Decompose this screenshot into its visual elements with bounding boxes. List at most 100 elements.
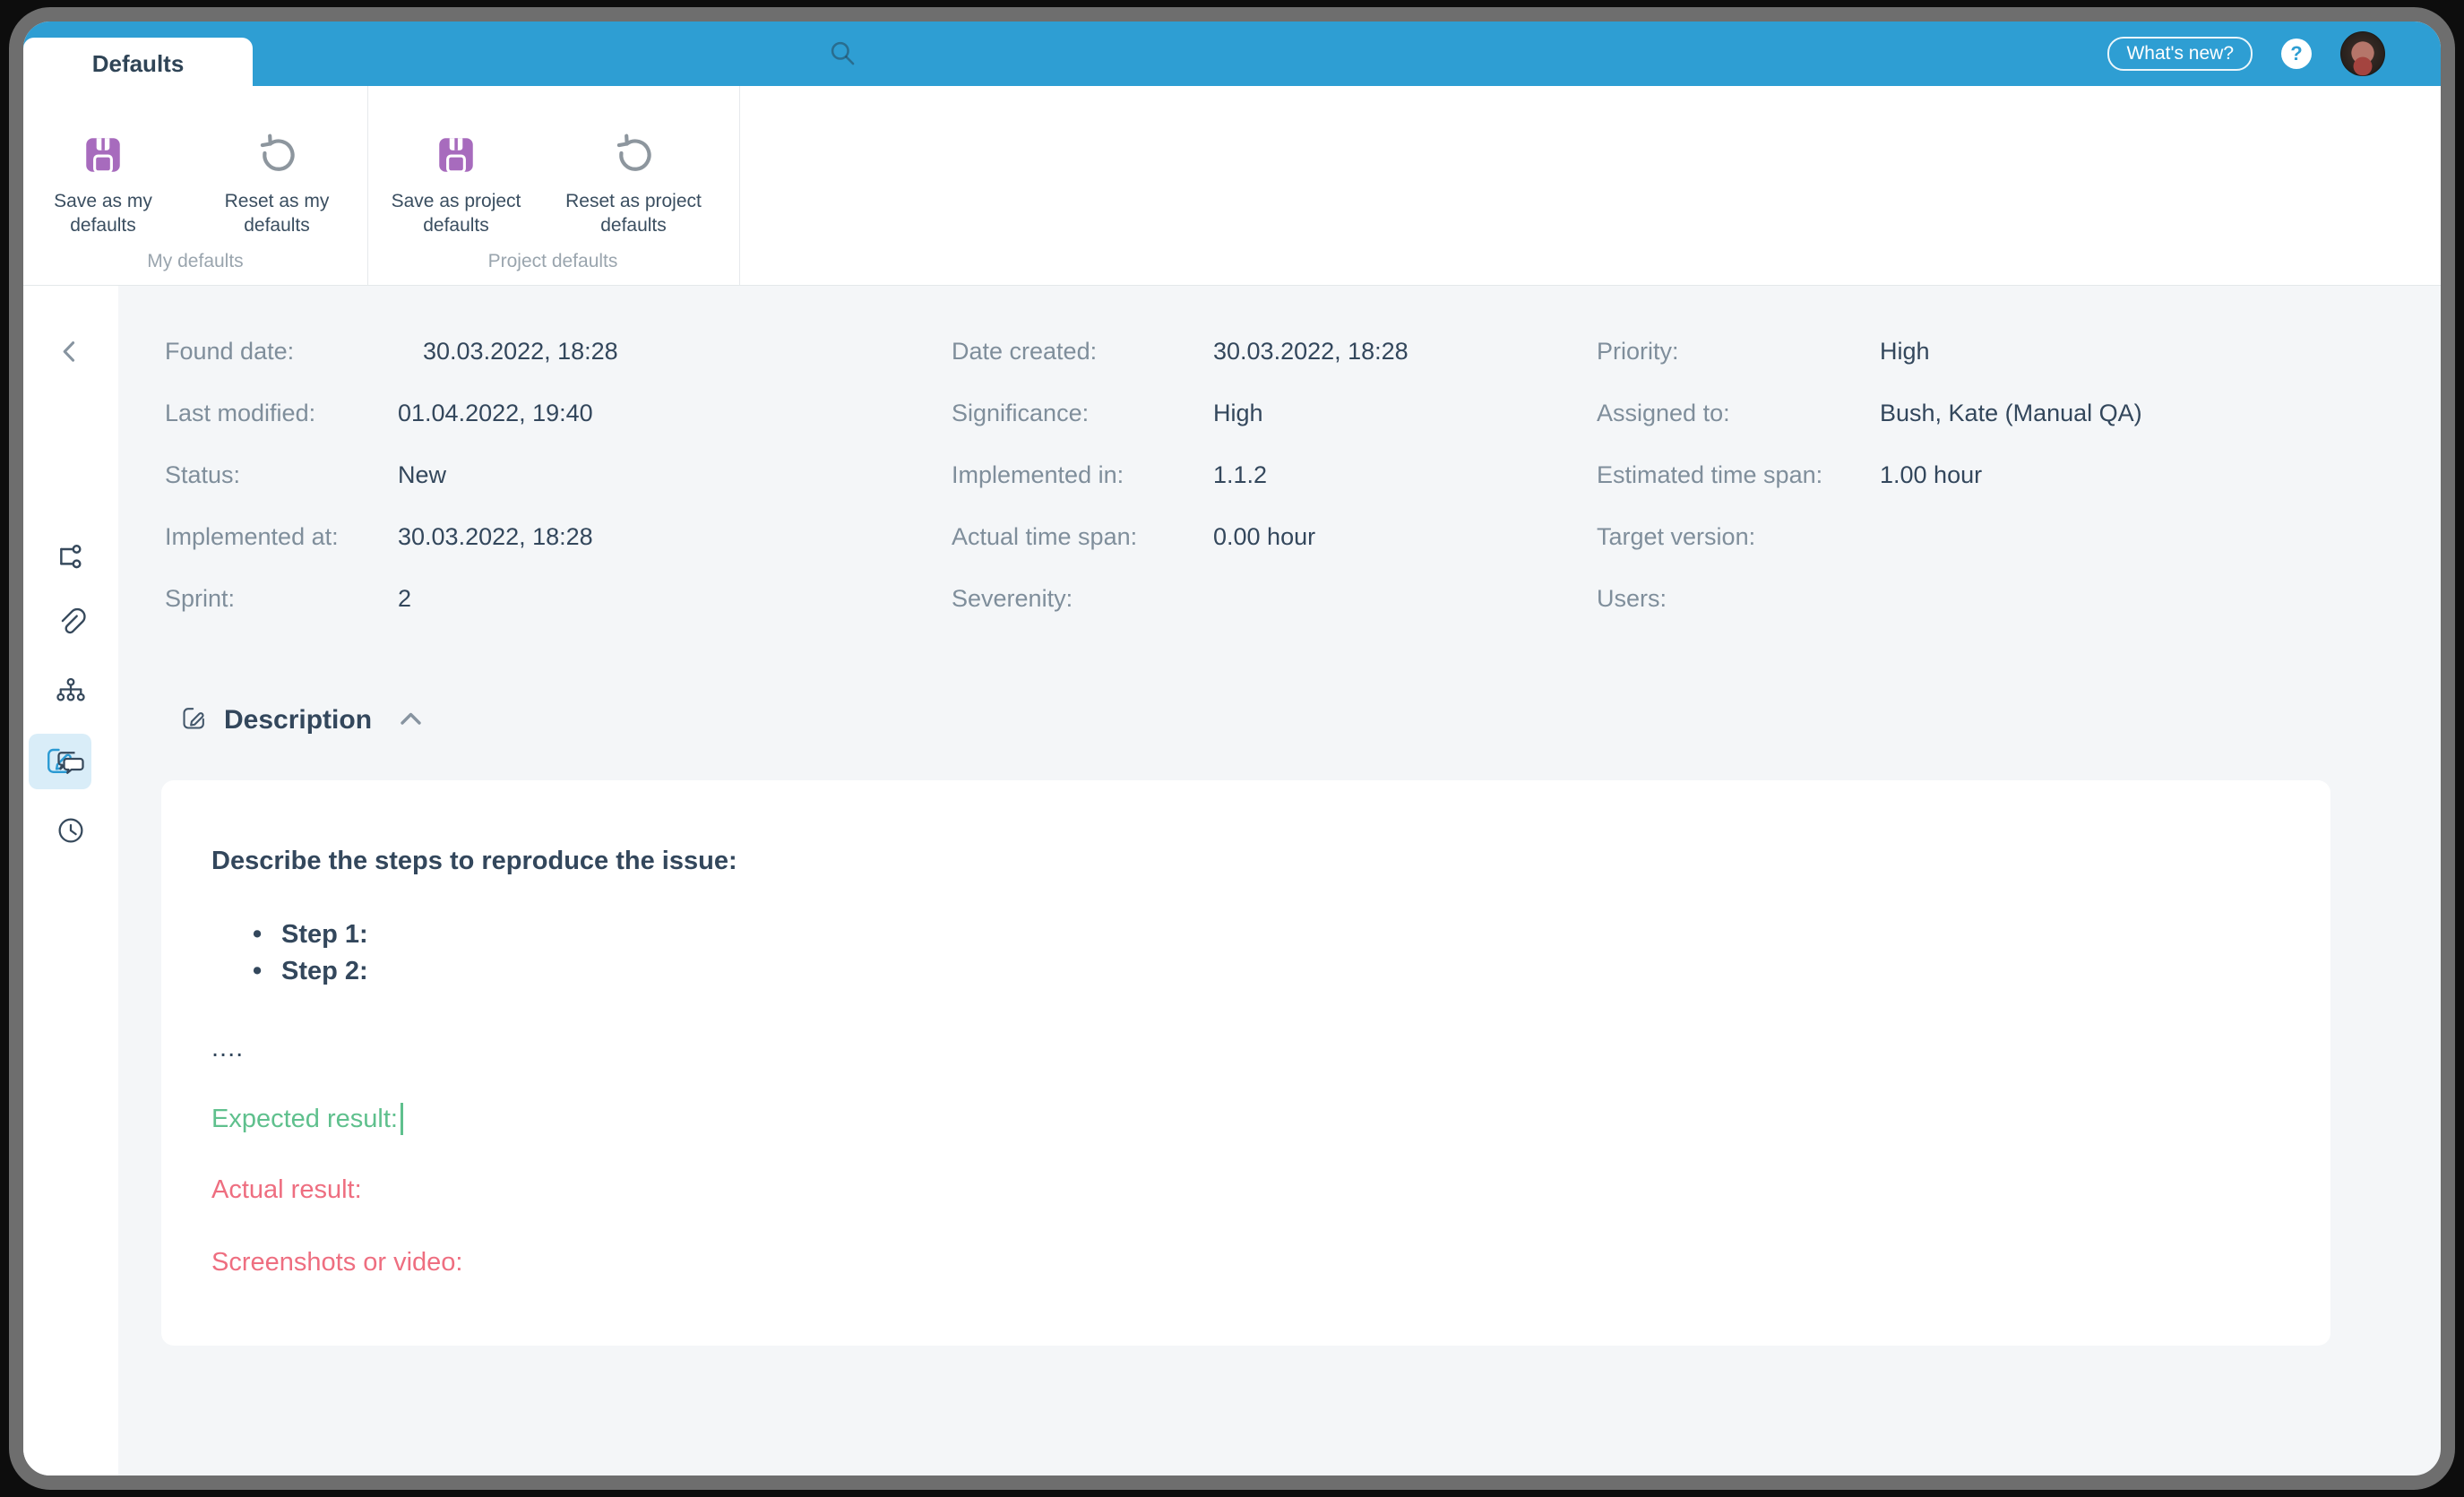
reset-as-project-defaults-button[interactable]: Reset as project defaults [548, 86, 719, 256]
field-label: Target version: [1597, 523, 1756, 550]
field-label: Found date: [165, 338, 295, 365]
description-section-header: Description [180, 702, 428, 738]
field-row: Priority: High [1597, 321, 2142, 383]
field-value[interactable]: 2 [398, 585, 411, 613]
field-row: Sprint: 2 [165, 568, 618, 630]
field-value[interactable]: 1.1.2 [1213, 461, 1267, 489]
tab-defaults[interactable]: Defaults [23, 38, 253, 90]
field-row: Users: [1597, 568, 2142, 630]
app-window: What's new? ? Defaults Save as my defaul… [9, 7, 2455, 1490]
save-as-my-defaults-button[interactable]: Save as my defaults [23, 86, 188, 256]
field-row: Estimated time span: 1.00 hour [1597, 444, 2142, 506]
field-row: Found date: 30.03.2022, 18:28 [165, 321, 618, 383]
button-label: Save as my defaults [54, 191, 152, 236]
field-row: Implemented in: 1.1.2 [952, 444, 1409, 506]
button-label: Save as project defaults [391, 191, 521, 236]
field-label: Date created: [952, 338, 1098, 365]
field-label: Implemented at: [165, 523, 339, 550]
field-value[interactable]: Bush, Kate (Manual QA) [1880, 400, 2142, 427]
field-label: Actual time span: [952, 523, 1138, 550]
sidebar-item-comments[interactable] [38, 736, 104, 789]
field-row: Implemented at: 30.03.2022, 18:28 [165, 506, 618, 568]
sidebar [23, 285, 118, 1475]
sitemap-icon [55, 675, 87, 710]
field-column-2: Date created: 30.03.2022, 18:28 Significa… [952, 321, 1409, 630]
top-bar: What's new? ? [23, 22, 2441, 86]
tab-label: Defaults [91, 49, 185, 77]
field-label: Users: [1597, 585, 1667, 612]
chevron-up-icon[interactable] [393, 708, 428, 734]
sidebar-item-branch[interactable] [38, 531, 104, 585]
sidebar-item-attachments[interactable] [38, 598, 104, 651]
field-label: Priority: [1597, 338, 1679, 365]
ribbon-group-divider [739, 86, 740, 285]
field-value[interactable]: New [398, 461, 446, 489]
field-row: Significance: High [952, 383, 1409, 444]
clock-icon [55, 814, 87, 849]
description-title: Description [224, 705, 373, 735]
comments-icon [55, 745, 87, 780]
field-label: Sprint: [165, 585, 236, 612]
field-row: Status: New [165, 444, 618, 506]
field-label: Significance: [952, 400, 1090, 426]
field-row: Severenity: [952, 568, 1409, 630]
field-row: Date created: 30.03.2022, 18:28 [952, 321, 1409, 383]
content-area: Found date: 30.03.2022, 18:28 Last modifi… [118, 285, 2441, 1475]
save-icon [81, 133, 125, 179]
ribbon-group-label: My defaults [147, 251, 244, 271]
field-row: Target version: [1597, 506, 2142, 568]
field-label: Severenity: [952, 585, 1073, 612]
editor-step: Step 1: [253, 916, 2277, 953]
reset-icon [611, 133, 656, 179]
search-icon[interactable] [826, 37, 860, 75]
field-value[interactable]: 30.03.2022, 18:28 [398, 523, 593, 551]
field-row: Assigned to: Bush, Kate (Manual QA) [1597, 383, 2142, 444]
branch-icon [55, 541, 87, 576]
button-label: Reset as project defaults [565, 191, 702, 236]
back-chevron-icon[interactable] [38, 324, 104, 378]
help-button[interactable]: ? [2281, 39, 2312, 69]
editor-dots: .... [211, 1033, 245, 1063]
editor-screenshots: Screenshots or video: [211, 1247, 463, 1277]
field-label: Estimated time span: [1597, 461, 1823, 488]
description-editor[interactable]: Describe the steps to reproduce the issu… [161, 780, 2330, 1346]
reset-icon [254, 133, 299, 179]
field-label: Status: [165, 461, 241, 488]
field-value[interactable]: 01.04.2022, 19:40 [398, 400, 593, 427]
field-value[interactable]: High [1213, 400, 1263, 427]
field-row: Last modified: 01.04.2022, 19:40 [165, 383, 618, 444]
edit-icon [180, 704, 208, 736]
ribbon-group-divider [367, 86, 368, 285]
save-as-project-defaults-button[interactable]: Save as project defaults [371, 86, 541, 256]
button-label: Reset as my defaults [224, 191, 330, 236]
field-column-3: Priority: High Assigned to: Bush, Kate (Ma… [1597, 321, 2142, 630]
editor-actual-result: Actual result: [211, 1174, 362, 1204]
expected-result-text: Expected result: [211, 1104, 398, 1133]
field-label: Last modified: [165, 400, 316, 426]
ribbon: Save as my defaults Reset as my defaults [23, 86, 2441, 286]
field-value[interactable]: 30.03.2022, 18:28 [1213, 338, 1409, 366]
editor-expected-result: Expected result: [211, 1092, 2277, 1146]
field-value[interactable]: 30.03.2022, 18:28 [423, 338, 618, 366]
whats-new-button[interactable]: What's new? [2107, 37, 2253, 71]
field-value[interactable]: 0.00 hour [1213, 523, 1315, 551]
editor-step: Step 2: [253, 953, 2277, 990]
field-label: Assigned to: [1597, 400, 1730, 426]
field-row: Actual time span: 0.00 hour [952, 506, 1409, 568]
main-area: Found date: 30.03.2022, 18:28 Last modifi… [23, 285, 2441, 1475]
paperclip-icon [54, 607, 88, 643]
sidebar-item-history[interactable] [38, 804, 104, 858]
ribbon-group-label: Project defaults [487, 251, 618, 271]
save-icon [434, 133, 478, 179]
reset-as-my-defaults-button[interactable]: Reset as my defaults [192, 86, 362, 256]
field-value[interactable]: 1.00 hour [1880, 461, 1982, 489]
field-value[interactable]: High [1880, 338, 1930, 366]
topbar-actions: What's new? ? [2107, 22, 2385, 86]
field-column-1: Found date: 30.03.2022, 18:28 Last modifi… [165, 321, 618, 630]
field-label: Implemented in: [952, 461, 1124, 488]
user-avatar[interactable] [2340, 31, 2385, 76]
editor-heading: Describe the steps to reproduce the issu… [211, 847, 737, 875]
sidebar-item-sitemap[interactable] [38, 665, 104, 718]
editor-step-list: Step 1: Step 2: [211, 916, 2277, 990]
text-cursor [400, 1103, 403, 1135]
